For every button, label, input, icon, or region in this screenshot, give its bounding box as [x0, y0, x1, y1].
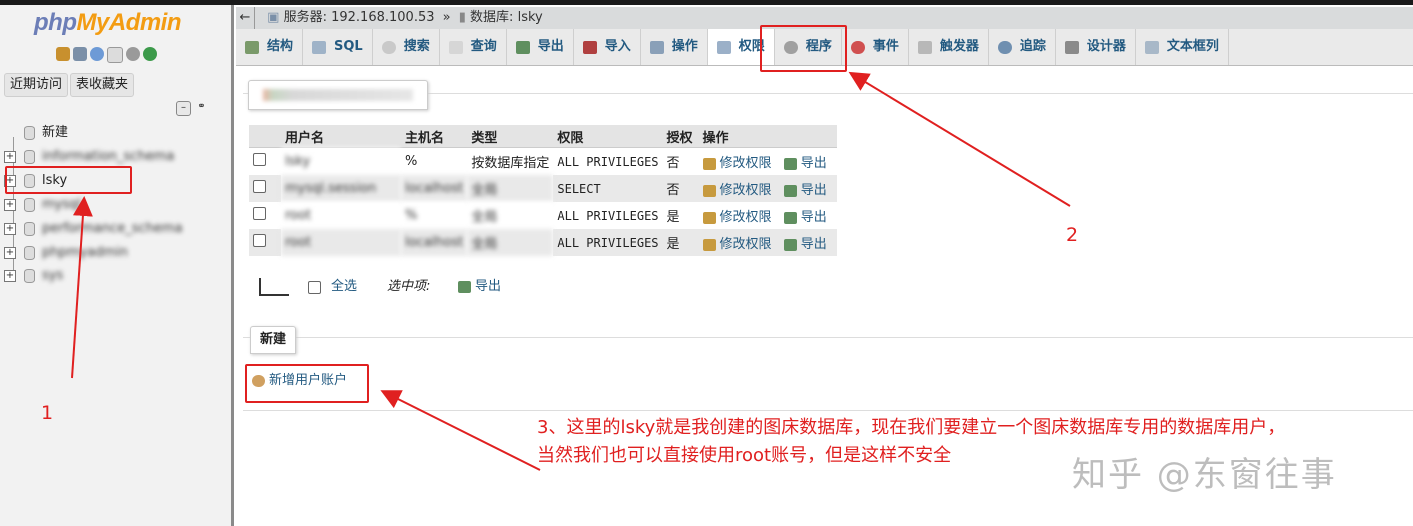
annotation-number-2: 2 [1066, 224, 1079, 246]
arrow-to-lsky [71, 196, 93, 379]
arrow-to-add-user [380, 390, 541, 471]
zhihu-watermark: 知乎 @东窗往事 [1072, 455, 1337, 495]
annotation-note-line-1: 3、这里的lsky就是我创建的图床数据库，现在我们要建立一个图床数据库专用的数据… [537, 417, 1286, 438]
annotation-note-line-2: 当然我们也可以直接使用root账号，但是这样不安全 [537, 445, 952, 466]
arrow-to-privileges [848, 71, 1071, 207]
annotation-number-1: 1 [41, 402, 54, 424]
